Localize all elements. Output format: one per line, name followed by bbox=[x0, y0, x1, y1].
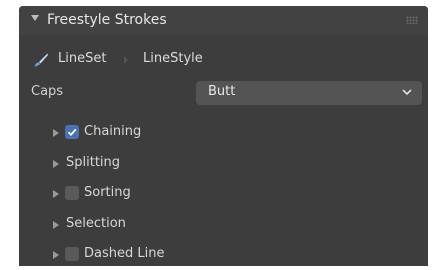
drag-grip-icon[interactable] bbox=[406, 16, 418, 24]
subpanel-chaining[interactable]: Chaining bbox=[19, 118, 428, 148]
panel-title: Freestyle Strokes bbox=[47, 12, 167, 28]
panel-header[interactable]: Freestyle Strokes bbox=[19, 6, 428, 35]
caps-label: Caps bbox=[31, 84, 64, 99]
breadcrumb-lineset: LineSet bbox=[58, 51, 107, 66]
dashed-line-checkbox[interactable] bbox=[65, 247, 79, 261]
chaining-checkbox[interactable] bbox=[65, 125, 79, 139]
sorting-checkbox[interactable] bbox=[65, 186, 79, 200]
breadcrumb-separator-icon bbox=[124, 56, 128, 64]
subpanel-selection[interactable]: Selection bbox=[19, 210, 428, 240]
subpanel-splitting[interactable]: Splitting bbox=[19, 149, 428, 179]
collapse-triangle-icon[interactable] bbox=[31, 15, 39, 21]
freestyle-strokes-panel: Freestyle Strokes LineSet LineStyle Caps… bbox=[19, 6, 428, 266]
chevron-down-icon bbox=[402, 89, 412, 96]
expand-triangle-icon[interactable] bbox=[53, 221, 59, 229]
expand-triangle-icon[interactable] bbox=[53, 129, 59, 137]
expand-triangle-icon[interactable] bbox=[53, 160, 59, 168]
subpanel-label: Dashed Line bbox=[84, 246, 165, 261]
subpanel-label: Sorting bbox=[84, 185, 131, 200]
expand-triangle-icon[interactable] bbox=[53, 190, 59, 198]
brush-icon bbox=[34, 53, 48, 67]
caps-dropdown[interactable]: Butt bbox=[196, 81, 422, 105]
caps-dropdown-value: Butt bbox=[208, 84, 236, 99]
breadcrumb-linestyle: LineStyle bbox=[143, 51, 203, 66]
subpanel-label: Chaining bbox=[84, 124, 142, 139]
checkmark-icon bbox=[67, 128, 77, 137]
expand-triangle-icon[interactable] bbox=[53, 251, 59, 259]
subpanel-label: Splitting bbox=[66, 155, 121, 170]
subpanel-sorting[interactable]: Sorting bbox=[19, 179, 428, 209]
subpanel-label: Selection bbox=[66, 216, 126, 231]
